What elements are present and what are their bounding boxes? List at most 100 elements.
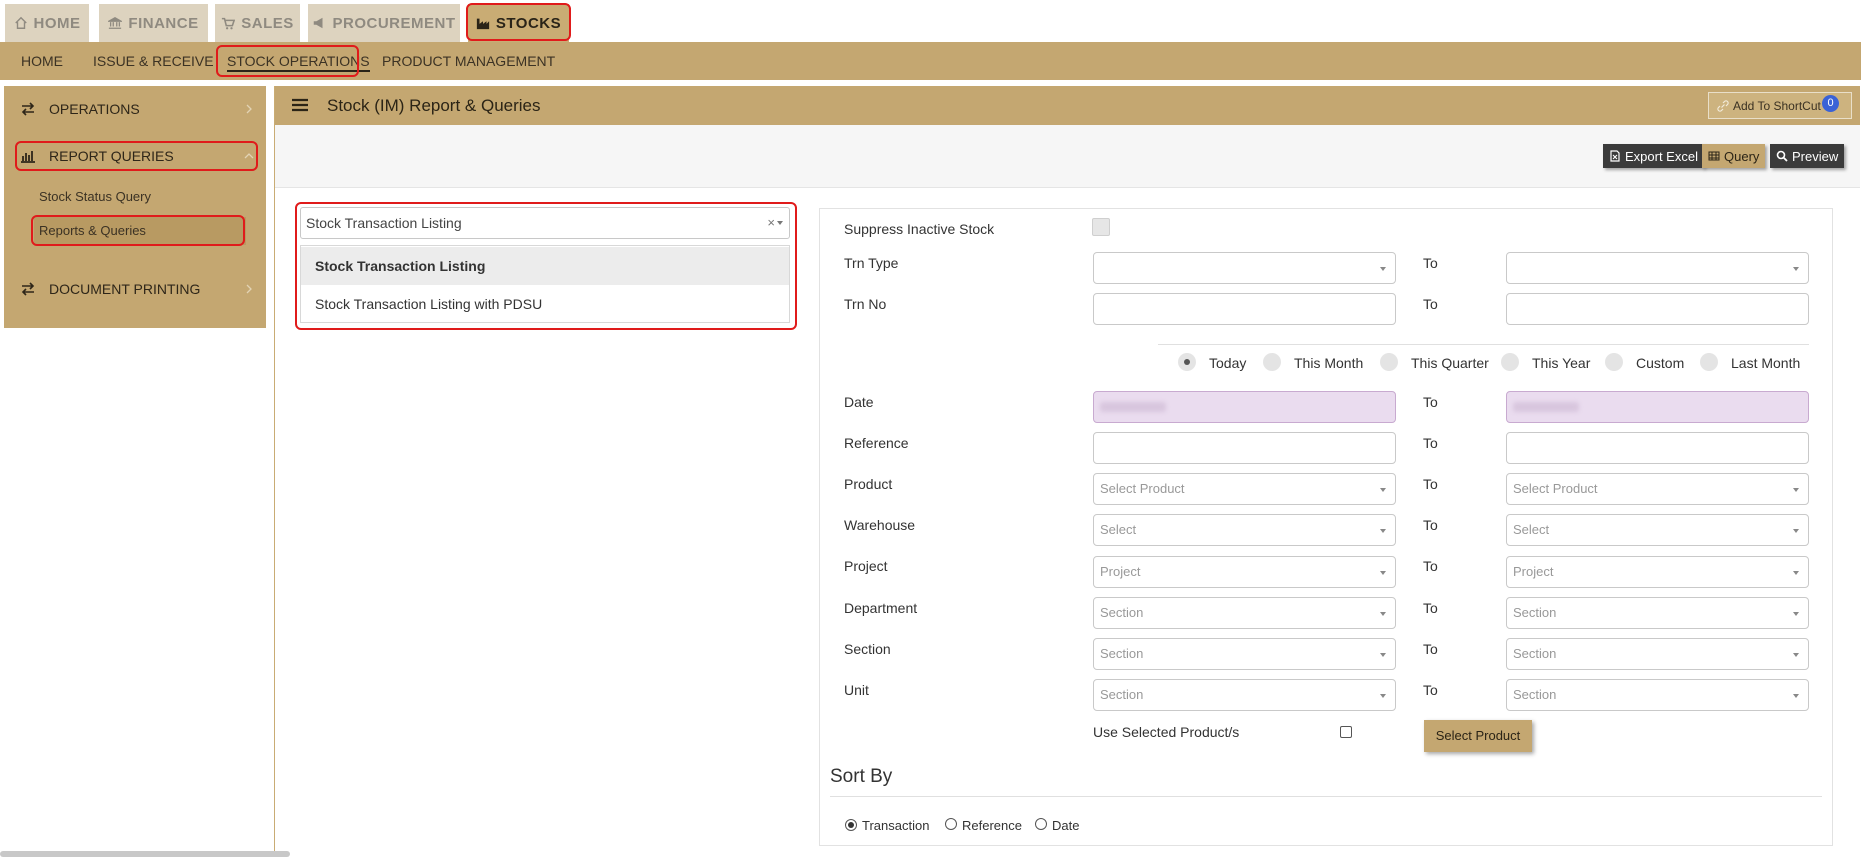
sort-radio-date-label: Date — [1052, 818, 1080, 833]
radio-today[interactable] — [1178, 353, 1196, 371]
report-toolbar: Export Excel Query Preview — [275, 125, 1860, 188]
report-type-select[interactable]: Stock Transaction Listing × — [300, 207, 790, 239]
link-icon — [1717, 99, 1729, 112]
to-label: To — [1423, 682, 1438, 698]
sidebar: OPERATIONS REPORT QUERIES Stock Status Q… — [4, 86, 266, 328]
date-from-input[interactable] — [1093, 391, 1396, 423]
search-icon — [1776, 150, 1788, 162]
blurred-date-value — [1513, 402, 1579, 412]
factory-icon — [476, 18, 489, 30]
subnav-product-management[interactable]: PRODUCT MANAGEMENT — [382, 42, 555, 80]
product-to-select[interactable]: Select Product — [1506, 473, 1809, 505]
tab-procurement-label: PROCUREMENT — [332, 14, 456, 32]
tab-sales-label: SALES — [241, 14, 294, 32]
date-label: Date — [844, 394, 874, 410]
use-selected-products-label: Use Selected Product/s — [1093, 724, 1240, 740]
suppress-inactive-label: Suppress Inactive Stock — [844, 221, 995, 237]
tab-home[interactable]: HOME — [5, 4, 89, 42]
reference-from-input[interactable] — [1093, 432, 1396, 464]
tab-finance[interactable]: FINANCE — [99, 4, 208, 42]
hamburger-menu-icon[interactable] — [292, 98, 308, 112]
sidebar-item-document-printing-label: DOCUMENT PRINTING — [49, 281, 201, 297]
exchange-icon — [21, 102, 35, 116]
date-to-input[interactable] — [1506, 391, 1809, 423]
sidebar-item-operations[interactable]: OPERATIONS — [4, 90, 266, 128]
radio-custom[interactable] — [1605, 353, 1623, 371]
query-label: Query — [1724, 148, 1760, 164]
sort-radio-reference-label: Reference — [962, 818, 1022, 833]
radio-this-month[interactable] — [1263, 353, 1281, 371]
tab-procurement[interactable]: PROCUREMENT — [308, 4, 460, 42]
project-to-select[interactable]: Project — [1506, 556, 1809, 588]
report-option[interactable]: Stock Transaction Listing — [301, 247, 789, 285]
trn-type-from-select[interactable] — [1093, 252, 1396, 284]
project-from-select[interactable]: Project — [1093, 556, 1396, 588]
sidebar-item-report-queries-label: REPORT QUERIES — [49, 148, 174, 164]
chevron-right-icon — [246, 104, 252, 114]
preview-label: Preview — [1792, 148, 1839, 164]
bar-chart-icon — [21, 151, 35, 163]
trn-type-label: Trn Type — [844, 255, 899, 271]
export-excel-button[interactable]: Export Excel — [1603, 144, 1704, 168]
cart-icon — [222, 17, 236, 30]
sidebar-sub-reports-queries[interactable]: Reports & Queries — [34, 217, 246, 245]
radio-last-month[interactable] — [1700, 353, 1718, 371]
department-to-select[interactable]: Section — [1506, 597, 1809, 629]
sidebar-item-report-queries[interactable]: REPORT QUERIES — [4, 137, 266, 175]
project-label: Project — [844, 558, 888, 574]
trn-no-to-input[interactable] — [1506, 293, 1809, 325]
radio-this-year[interactable] — [1501, 353, 1519, 371]
radio-this-quarter-label: This Quarter — [1411, 355, 1489, 371]
tab-stocks[interactable]: STOCKS — [468, 4, 569, 42]
megaphone-icon — [314, 17, 323, 29]
select-product-button[interactable]: Select Product — [1424, 720, 1532, 752]
to-label: To — [1423, 394, 1438, 410]
sidebar-item-operations-label: OPERATIONS — [49, 101, 140, 117]
trn-no-from-input[interactable] — [1093, 293, 1396, 325]
to-label: To — [1423, 435, 1438, 451]
trn-type-to-select[interactable] — [1506, 252, 1809, 284]
subnav-home[interactable]: HOME — [21, 42, 63, 80]
chevron-right-icon — [246, 284, 252, 294]
preview-button[interactable]: Preview — [1770, 144, 1845, 168]
query-button[interactable]: Query — [1702, 144, 1766, 168]
use-selected-products-checkbox[interactable] — [1340, 726, 1352, 738]
unit-to-select[interactable]: Section — [1506, 679, 1809, 711]
to-label: To — [1423, 476, 1438, 492]
sidebar-sub-stock-status-query[interactable]: Stock Status Query — [39, 189, 151, 204]
horizontal-scrollbar[interactable] — [0, 851, 290, 857]
section-to-select[interactable]: Section — [1506, 638, 1809, 670]
table-icon — [1708, 151, 1720, 161]
reference-to-input[interactable] — [1506, 432, 1809, 464]
report-type-options: Stock Transaction Listing Stock Transact… — [300, 245, 790, 323]
sidebar-item-document-printing[interactable]: DOCUMENT PRINTING — [4, 270, 266, 308]
warehouse-to-select[interactable]: Select — [1506, 514, 1809, 546]
exchange-icon — [21, 282, 35, 296]
to-label: To — [1423, 296, 1438, 312]
section-from-select[interactable]: Section — [1093, 638, 1396, 670]
radio-this-month-label: This Month — [1294, 355, 1364, 371]
sort-radio-date[interactable] — [1035, 818, 1047, 830]
radio-this-quarter[interactable] — [1380, 353, 1398, 371]
subnav-stock-operations[interactable]: STOCK OPERATIONS — [227, 42, 370, 80]
sort-radio-transaction[interactable] — [845, 819, 857, 831]
home-icon — [14, 16, 27, 29]
add-to-shortcut-button[interactable]: Add To ShortCut 0 — [1708, 92, 1852, 119]
chevron-up-icon — [244, 153, 254, 159]
product-from-select[interactable]: Select Product — [1093, 473, 1396, 505]
warehouse-from-select[interactable]: Select — [1093, 514, 1396, 546]
to-label: To — [1423, 641, 1438, 657]
report-option[interactable]: Stock Transaction Listing with PDSU — [301, 285, 789, 323]
unit-from-select[interactable]: Section — [1093, 679, 1396, 711]
suppress-inactive-checkbox[interactable] — [1092, 218, 1110, 236]
bank-icon — [108, 16, 123, 29]
subnav-issue-receive[interactable]: ISSUE & RECEIVE — [93, 42, 214, 80]
sort-radio-reference[interactable] — [945, 818, 957, 830]
clear-icon[interactable]: × — [767, 208, 775, 238]
to-label: To — [1423, 517, 1438, 533]
department-from-select[interactable]: Section — [1093, 597, 1396, 629]
warehouse-label: Warehouse — [844, 517, 916, 533]
panel-header: Stock (IM) Report & Queries Add To Short… — [275, 86, 1860, 125]
tab-sales[interactable]: SALES — [215, 4, 300, 42]
caret-down-icon — [777, 221, 783, 225]
